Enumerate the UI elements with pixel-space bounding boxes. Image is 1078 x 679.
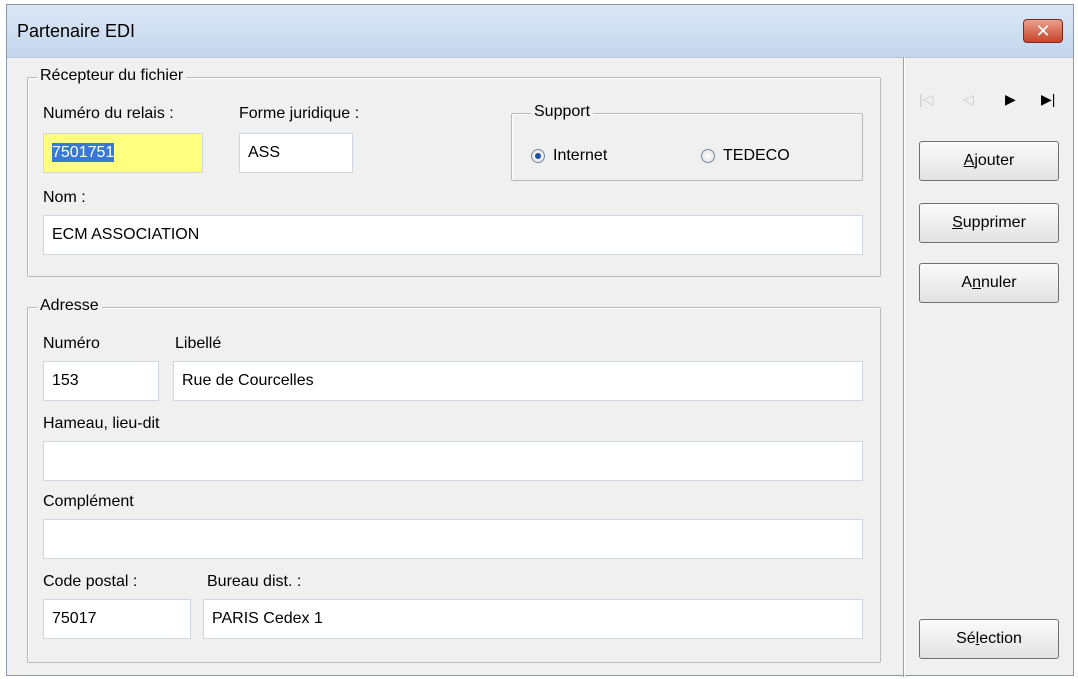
nom-field[interactable]: ECM ASSOCIATION bbox=[43, 215, 863, 255]
first-record-icon[interactable]: |◁ bbox=[919, 91, 933, 108]
ajouter-button[interactable]: Ajouter bbox=[919, 141, 1059, 181]
edi-partner-dialog: Partenaire EDI ✕ Récepteur du fichier Nu… bbox=[6, 4, 1074, 677]
code-postal-field[interactable]: 75017 bbox=[43, 599, 191, 639]
close-button[interactable]: ✕ bbox=[1023, 19, 1063, 43]
annuler-mnemonic: n bbox=[972, 274, 981, 291]
supprimer-button[interactable]: Supprimer bbox=[919, 203, 1059, 243]
ajouter-mnemonic: A bbox=[963, 152, 975, 169]
numero-field[interactable]: 153 bbox=[43, 361, 159, 401]
numero-label: Numéro bbox=[43, 335, 100, 352]
support-radio-tedeco[interactable]: TEDECO bbox=[701, 147, 790, 165]
libelle-field[interactable]: Rue de Courcelles bbox=[173, 361, 863, 401]
numero-relais-field[interactable]: 7501751 bbox=[43, 133, 203, 173]
numero-relais-value: 7501751 bbox=[52, 143, 115, 162]
recepteur-legend: Récepteur du fichier bbox=[37, 67, 187, 85]
supprimer-rest: upprimer bbox=[962, 214, 1026, 231]
support-radio-internet[interactable]: Internet bbox=[531, 147, 607, 165]
forme-juridique-field[interactable]: ASS bbox=[239, 133, 353, 173]
selection-pre: Sé bbox=[956, 630, 976, 647]
title-bar[interactable]: Partenaire EDI ✕ bbox=[7, 5, 1073, 58]
support-internet-label: Internet bbox=[553, 147, 608, 164]
support-tedeco-label: TEDECO bbox=[723, 147, 790, 164]
window-title: Partenaire EDI bbox=[17, 21, 136, 41]
selection-rest: ection bbox=[979, 630, 1022, 647]
nom-label: Nom : bbox=[43, 189, 86, 206]
forme-juridique-label: Forme juridique : bbox=[239, 105, 360, 122]
numero-relais-label: Numéro du relais : bbox=[43, 105, 174, 122]
bureau-field[interactable]: PARIS Cedex 1 bbox=[203, 599, 863, 639]
radio-unchecked-icon bbox=[701, 149, 715, 163]
bureau-label: Bureau dist. : bbox=[207, 573, 302, 590]
next-record-icon[interactable]: ▶ bbox=[1005, 91, 1016, 108]
ajouter-rest: jouter bbox=[974, 152, 1015, 169]
previous-record-icon[interactable]: ◁ bbox=[963, 91, 974, 108]
libelle-label: Libellé bbox=[175, 335, 222, 352]
support-legend: Support bbox=[531, 103, 594, 121]
adresse-legend: Adresse bbox=[37, 297, 102, 315]
annuler-pre: A bbox=[961, 274, 973, 291]
complement-field[interactable] bbox=[43, 519, 863, 559]
panel-divider bbox=[903, 57, 904, 677]
last-record-icon[interactable]: ▶| bbox=[1041, 91, 1055, 108]
hameau-label: Hameau, lieu-dit bbox=[43, 415, 160, 432]
selection-button[interactable]: Sélection bbox=[919, 619, 1059, 659]
radio-checked-icon bbox=[531, 149, 545, 163]
annuler-rest: nuler bbox=[981, 274, 1017, 291]
annuler-button[interactable]: Annuler bbox=[919, 263, 1059, 303]
code-postal-label: Code postal : bbox=[43, 573, 138, 590]
complement-label: Complément bbox=[43, 493, 134, 510]
supprimer-mnemonic: S bbox=[952, 214, 963, 231]
hameau-field[interactable] bbox=[43, 441, 863, 481]
